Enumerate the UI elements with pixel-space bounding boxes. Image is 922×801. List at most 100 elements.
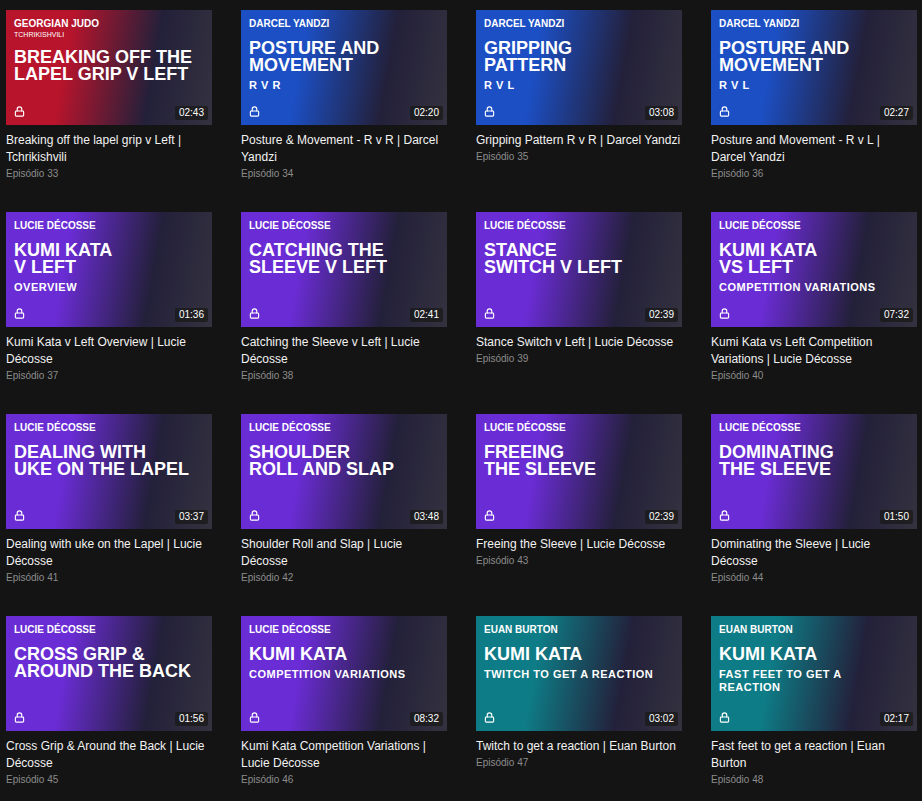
thumbnail-brand: LUCIE DÉCOSSE bbox=[719, 422, 909, 434]
thumbnail-subtitle: OVERVIEW bbox=[14, 281, 184, 294]
lock-icon bbox=[249, 510, 260, 521]
video-grid-page: GEORGIAN JUDOTCHRIKISHVILIBREAKING OFF T… bbox=[0, 0, 922, 801]
video-title[interactable]: Kumi Kata vs Left Competition Variations… bbox=[711, 334, 917, 368]
video-card[interactable]: LUCIE DÉCOSSESTANCESWITCH V LEFT02:39 Sta… bbox=[476, 212, 682, 399]
video-title[interactable]: Dominating the Sleeve | Lucie Décosse bbox=[711, 536, 917, 570]
video-grid: GEORGIAN JUDOTCHRIKISHVILIBREAKING OFF T… bbox=[6, 10, 922, 801]
episode-label: Episódio 47 bbox=[476, 756, 682, 770]
duration-badge: 08:32 bbox=[410, 712, 443, 726]
episode-label: Episódio 34 bbox=[241, 167, 447, 181]
thumbnail-subtitle: COMPETITION VARIATIONS bbox=[249, 668, 419, 681]
video-thumbnail[interactable]: EUAN BURTONKUMI KATAFAST FEET TO GET A R… bbox=[711, 616, 917, 731]
thumbnail-title: KUMI KATAV LEFT bbox=[14, 242, 204, 276]
video-card[interactable]: LUCIE DÉCOSSEKUMI KATACOMPETITION VARIAT… bbox=[241, 616, 447, 801]
thumbnail-brand: LUCIE DÉCOSSE bbox=[249, 422, 439, 434]
video-card[interactable]: LUCIE DÉCOSSEFREEINGTHE SLEEVE02:39 Freei… bbox=[476, 414, 682, 601]
lock-icon bbox=[484, 308, 495, 319]
thumbnail-title: GRIPPINGPATTERN bbox=[484, 40, 674, 74]
thumbnail-title: SHOULDERROLL AND SLAP bbox=[249, 444, 439, 478]
video-thumbnail[interactable]: LUCIE DÉCOSSEKUMI KATAV LEFTOVERVIEW01:3… bbox=[6, 212, 212, 327]
video-thumbnail[interactable]: LUCIE DÉCOSSESHOULDERROLL AND SLAP03:48 bbox=[241, 414, 447, 529]
video-thumbnail[interactable]: GEORGIAN JUDOTCHRIKISHVILIBREAKING OFF T… bbox=[6, 10, 212, 125]
video-thumbnail[interactable]: LUCIE DÉCOSSEFREEINGTHE SLEEVE02:39 bbox=[476, 414, 682, 529]
video-card[interactable]: DARCEL YANDZIPOSTURE ANDMOVEMENTR V R02:… bbox=[241, 10, 447, 197]
video-card[interactable]: DARCEL YANDZIPOSTURE ANDMOVEMENTR V L02:… bbox=[711, 10, 917, 197]
duration-badge: 02:41 bbox=[410, 308, 443, 322]
duration-badge: 02:43 bbox=[175, 106, 208, 120]
lock-icon bbox=[249, 308, 260, 319]
thumbnail-subtitle: TWITCH TO GET A REACTION bbox=[484, 668, 654, 681]
episode-label: Episódio 39 bbox=[476, 352, 682, 366]
video-card[interactable]: LUCIE DÉCOSSE KUMI KATAVS LEFT COMPETITION… bbox=[711, 212, 917, 399]
video-card[interactable]: LUCIE DÉCOSSESHOULDERROLL AND SLAP03:48S… bbox=[241, 414, 447, 601]
thumbnail-title: KUMI KATA bbox=[719, 646, 909, 663]
episode-label: Episódio 37 bbox=[6, 369, 212, 383]
video-title[interactable]: Breaking off the lapel grip v Left | Tch… bbox=[6, 132, 212, 166]
lock-icon bbox=[249, 712, 260, 723]
video-thumbnail[interactable]: DARCEL YANDZIGRIPPINGPATTERNR V L03:08 bbox=[476, 10, 682, 125]
thumbnail-title: BREAKING OFF THELAPEL GRIP V LEFT bbox=[14, 49, 204, 83]
thumbnail-subtitle: FAST FEET TO GET A REACTION bbox=[719, 668, 889, 694]
lock-icon bbox=[14, 106, 25, 117]
video-title[interactable]: Shoulder Roll and Slap | Lucie Décosse bbox=[241, 536, 447, 570]
video-card[interactable]: EUAN BURTONKUMI KATAFAST FEET TO GET A R… bbox=[711, 616, 917, 801]
video-title[interactable]: Posture and Movement - R v L | Darcel Ya… bbox=[711, 132, 917, 166]
video-card[interactable]: LUCIE DÉCOSSECROSS GRIP &AROUND THE BACK… bbox=[6, 616, 212, 801]
video-thumbnail[interactable]: EUAN BURTONKUMI KATATWITCH TO GET A REAC… bbox=[476, 616, 682, 731]
video-thumbnail[interactable]: LUCIE DÉCOSSEKUMI KATACOMPETITION VARIAT… bbox=[241, 616, 447, 731]
episode-label: Episódio 36 bbox=[711, 167, 917, 181]
thumbnail-subtitle: R V L bbox=[719, 79, 889, 92]
video-title[interactable]: Dealing with uke on the Lapel | Lucie Dé… bbox=[6, 536, 212, 570]
episode-label: Episódio 40 bbox=[711, 369, 917, 383]
video-card[interactable]: GEORGIAN JUDOTCHRIKISHVILIBREAKING OFF T… bbox=[6, 10, 212, 197]
video-title[interactable]: Fast feet to get a reaction | Euan Burto… bbox=[711, 738, 917, 772]
video-title[interactable]: Twitch to get a reaction | Euan Burton bbox=[476, 738, 682, 755]
video-thumbnail[interactable]: LUCIE DÉCOSSE KUMI KATAVS LEFT COMPETITION… bbox=[711, 212, 917, 327]
thumbnail-brand: LUCIE DÉCOSSE bbox=[14, 422, 204, 434]
episode-label: Episódio 45 bbox=[6, 773, 212, 787]
duration-badge: 07:32 bbox=[880, 308, 913, 322]
video-title[interactable]: Catching the Sleeve v Left | Lucie Décos… bbox=[241, 334, 447, 368]
episode-label: Episódio 35 bbox=[476, 150, 682, 164]
video-card[interactable]: EUAN BURTONKUMI KATATWITCH TO GET A REAC… bbox=[476, 616, 682, 801]
video-thumbnail[interactable]: LUCIE DÉCOSSEDOMINATINGTHE SLEEVE01:50 bbox=[711, 414, 917, 529]
video-card[interactable]: LUCIE DÉCOSSEKUMI KATAV LEFTOVERVIEW01:3… bbox=[6, 212, 212, 399]
video-card[interactable]: LUCIE DÉCOSSECATCHING THESLEEVE V LEFT02… bbox=[241, 212, 447, 399]
video-title[interactable]: Stance Switch v Left | Lucie Décosse bbox=[476, 334, 682, 351]
episode-label: Episódio 41 bbox=[6, 571, 212, 585]
duration-badge: 03:08 bbox=[645, 106, 678, 120]
duration-badge: 02:17 bbox=[880, 712, 913, 726]
lock-icon bbox=[719, 308, 730, 319]
video-thumbnail[interactable]: DARCEL YANDZIPOSTURE ANDMOVEMENTR V R02:… bbox=[241, 10, 447, 125]
thumbnail-brand: LUCIE DÉCOSSE bbox=[719, 220, 909, 232]
video-thumbnail[interactable]: LUCIE DÉCOSSECROSS GRIP &AROUND THE BACK… bbox=[6, 616, 212, 731]
lock-icon bbox=[719, 712, 730, 723]
video-title[interactable]: Kumi Kata v Left Overview | Lucie Décoss… bbox=[6, 334, 212, 368]
video-title[interactable]: Cross Grip & Around the Back | Lucie Déc… bbox=[6, 738, 212, 772]
lock-icon bbox=[484, 712, 495, 723]
thumbnail-subtitle: R V R bbox=[249, 79, 419, 92]
thumbnail-brand: LUCIE DÉCOSSE bbox=[14, 220, 204, 232]
video-thumbnail[interactable]: LUCIE DÉCOSSEDEALING WITHUKE ON THE LAPE… bbox=[6, 414, 212, 529]
lock-icon bbox=[14, 712, 25, 723]
video-title[interactable]: Posture & Movement - R v R | Darcel Yand… bbox=[241, 132, 447, 166]
episode-label: Episódio 48 bbox=[711, 773, 917, 787]
video-card[interactable]: LUCIE DÉCOSSEDOMINATINGTHE SLEEVE01:50 Do… bbox=[711, 414, 917, 601]
thumbnail-subtitle: COMPETITION VARIATIONS bbox=[719, 281, 889, 294]
lock-icon bbox=[249, 106, 260, 117]
video-card[interactable]: LUCIE DÉCOSSEDEALING WITHUKE ON THE LAPE… bbox=[6, 414, 212, 601]
video-thumbnail[interactable]: LUCIE DÉCOSSESTANCESWITCH V LEFT02:39 bbox=[476, 212, 682, 327]
thumbnail-title: POSTURE ANDMOVEMENT bbox=[719, 40, 909, 74]
video-title[interactable]: Kumi Kata Competition Variations | Lucie… bbox=[241, 738, 447, 772]
lock-icon bbox=[14, 510, 25, 521]
thumbnail-subtitle: R V L bbox=[484, 79, 654, 92]
video-title[interactable]: Freeing the Sleeve | Lucie Décosse bbox=[476, 536, 682, 553]
thumbnail-title: POSTURE ANDMOVEMENT bbox=[249, 40, 439, 74]
video-card[interactable]: DARCEL YANDZIGRIPPINGPATTERNR V L03:08Gr… bbox=[476, 10, 682, 197]
episode-label: Episódio 43 bbox=[476, 554, 682, 568]
thumbnail-brand: LUCIE DÉCOSSE bbox=[484, 220, 674, 232]
thumbnail-title: KUMI KATAVS LEFT bbox=[719, 242, 909, 276]
video-title[interactable]: Gripping Pattern R v R | Darcel Yandzi bbox=[476, 132, 682, 149]
video-thumbnail[interactable]: DARCEL YANDZIPOSTURE ANDMOVEMENTR V L02:… bbox=[711, 10, 917, 125]
video-thumbnail[interactable]: LUCIE DÉCOSSECATCHING THESLEEVE V LEFT02… bbox=[241, 212, 447, 327]
